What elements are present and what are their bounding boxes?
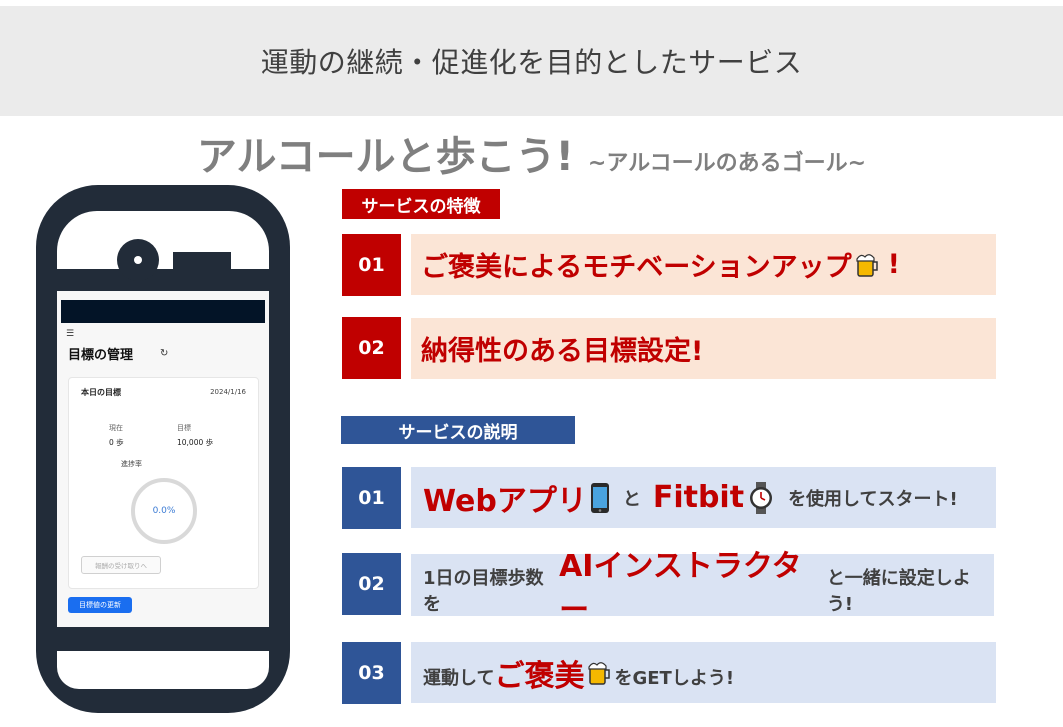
- feature-suffix-1: !: [887, 249, 900, 280]
- description-number-2: 02: [342, 553, 401, 615]
- webapp-text: Webアプリ: [423, 483, 587, 519]
- reward-pre-text: 運動して: [423, 667, 495, 689]
- ai-post-text: と一緒に設定しよう!: [826, 568, 971, 615]
- progress-value: 0.0%: [152, 506, 176, 516]
- camera-icon: [117, 239, 159, 281]
- feature-text-1: ご褒美によるモチベーションアップ: [421, 252, 852, 283]
- description-row-1: Webアプリ と Fitbit を使用してスタート!: [411, 467, 996, 528]
- current-steps-value: 0 歩: [109, 438, 124, 447]
- description-number-1: 01: [342, 467, 401, 529]
- description-number-3: 03: [342, 642, 401, 704]
- header-text: 運動の継続・促進化を目的としたサービス: [260, 46, 803, 79]
- feature-number-1: 01: [342, 234, 401, 296]
- goal-steps-label: 目標: [177, 424, 191, 432]
- card-title: 本日の目標: [81, 388, 121, 397]
- smartphone-icon: [590, 482, 609, 513]
- app-page-title: 目標の管理: [68, 348, 134, 363]
- description-row-2: 1日の目標歩数を AIインストラクター と一緒に設定しよう!: [411, 549, 994, 628]
- app-bar: [61, 300, 265, 323]
- phone-top-bezel: [57, 211, 269, 281]
- and-text: と: [622, 488, 641, 510]
- beer-mug-icon: [588, 661, 611, 685]
- beer-mug-icon: [856, 253, 878, 277]
- service-title-main: アルコールと歩こう!: [196, 134, 574, 180]
- service-title-sub: ~アルコールのあるゴール~: [587, 151, 867, 176]
- current-steps-label: 現在: [109, 424, 123, 432]
- progress-label: 進捗率: [121, 460, 142, 468]
- reload-icon[interactable]: ↻: [160, 348, 168, 359]
- feature-row-1: ご褒美によるモチベーションアップ !: [411, 234, 996, 295]
- menu-icon[interactable]: ☰: [66, 329, 74, 339]
- fitbit-text: Fitbit: [652, 480, 745, 515]
- app-screen: ☰ 目標の管理 ↻ 本日の目標 2024/1/16 現在 0 歩 目標 10,0…: [57, 291, 269, 627]
- reward-post-text: をGETしよう!: [614, 667, 735, 689]
- reward-highlight-text: ご褒美: [494, 658, 585, 694]
- service-title: アルコールと歩こう! ~アルコールのあるゴール~: [0, 124, 1063, 180]
- daily-goal-card: 本日の目標 2024/1/16 現在 0 歩 目標 10,000 歩 進捗率 0…: [68, 377, 259, 589]
- card-date: 2024/1/16: [210, 388, 246, 396]
- goal-steps-value: 10,000 歩: [177, 438, 214, 447]
- features-label: サービスの特徴: [342, 189, 500, 219]
- progress-ring: 0.0%: [131, 478, 197, 544]
- reward-button[interactable]: 報酬の受け取りへ: [81, 556, 161, 574]
- feature-row-2: 納得性のある目標設定!: [411, 318, 996, 379]
- feature-number-2: 02: [342, 317, 401, 379]
- description-row-3: 運動して ご褒美 をGETしよう!: [411, 642, 996, 703]
- header-banner: 運動の継続・促進化を目的としたサービス: [0, 6, 1063, 116]
- feature-text-2: 納得性のある目標設定!: [421, 336, 704, 367]
- watch-icon: [750, 481, 773, 514]
- speaker-icon: [173, 252, 231, 275]
- update-goal-button[interactable]: 目標値の更新: [68, 597, 132, 613]
- ai-pre-text: 1日の目標歩数を: [423, 568, 544, 615]
- phone-bottom-bezel: [57, 651, 269, 689]
- start-text: を使用してスタート!: [788, 488, 958, 510]
- description-label: サービスの説明: [341, 416, 575, 444]
- ai-instructor-text: AIインストラクター: [559, 549, 802, 628]
- phone-mockup: ☰ 目標の管理 ↻ 本日の目標 2024/1/16 現在 0 歩 目標 10,0…: [36, 185, 290, 713]
